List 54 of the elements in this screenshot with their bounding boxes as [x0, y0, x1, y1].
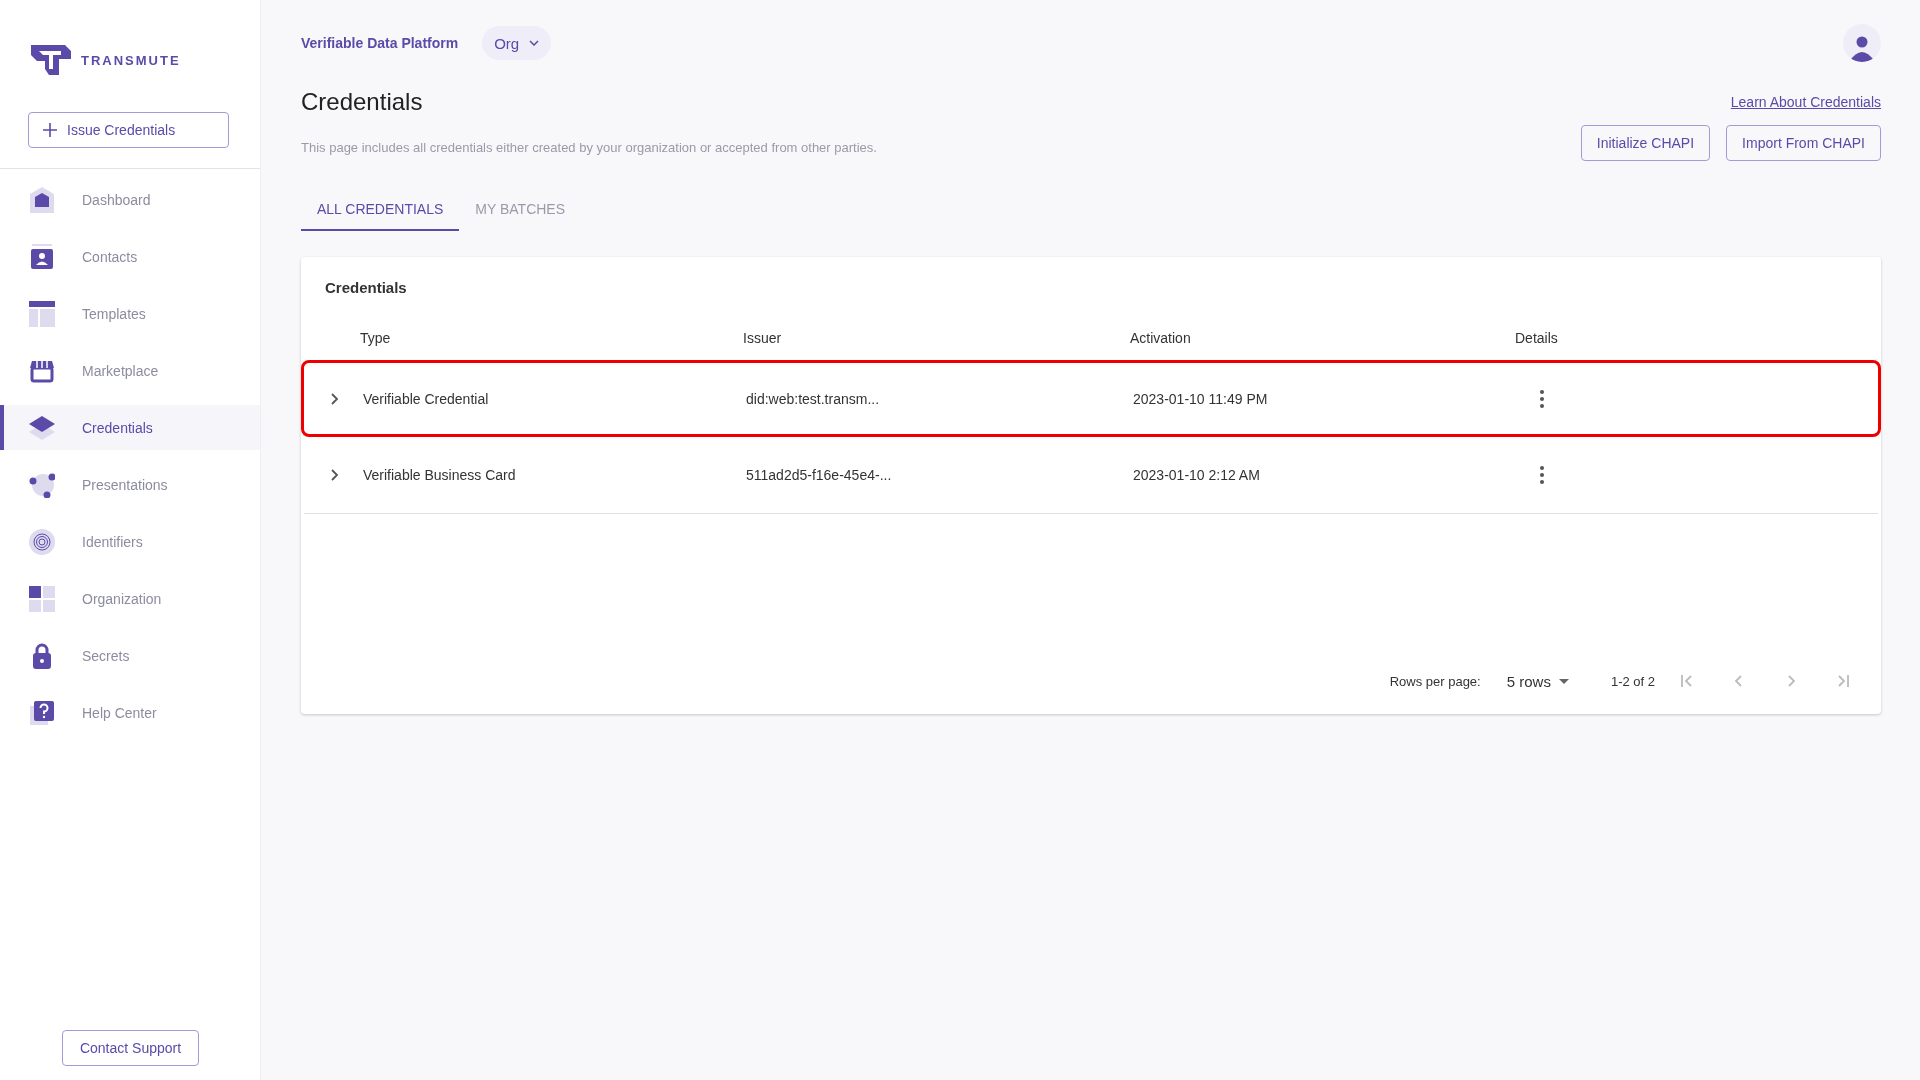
issue-credentials-button[interactable]: Issue Credentials	[28, 112, 229, 148]
platform-name: Verifiable Data Platform	[301, 35, 459, 51]
grid-squares-icon	[29, 585, 55, 612]
chapi-button[interactable]: Initialize CHAPI	[1580, 125, 1711, 161]
layout-icon	[29, 300, 55, 327]
table-cell-text: 2023-01-10 11:49 PM	[1133, 390, 1269, 407]
connected-dots-icon	[29, 471, 55, 498]
contact-card-icon	[29, 243, 55, 270]
table-cell-text: Verifiable Business Card	[363, 467, 517, 483]
vertical-dots-icon	[1540, 389, 1544, 408]
column-header: Details	[1515, 330, 1559, 346]
caret-icon	[1558, 678, 1569, 684]
rows-per-page-select[interactable]: 5 rows	[1500, 671, 1575, 691]
sidebar-item[interactable]: Contacts	[0, 234, 260, 279]
fingerprint-icon	[29, 528, 55, 555]
sidebar-item[interactable]: Templates	[0, 291, 260, 336]
user-avatar[interactable]	[1843, 24, 1881, 62]
page-range: 1-2 of 2	[1610, 673, 1655, 689]
house-icon	[29, 186, 55, 213]
tab[interactable]: ALL CREDENTIALS	[301, 189, 460, 231]
person-icon	[1849, 34, 1875, 62]
sidebar-item[interactable]: Help Center	[0, 690, 260, 735]
table-cell-text: 511ad2d5-f16e-45e4-...	[746, 467, 893, 483]
page-description: This page includes all credentials either created by your organization or accepted from other parties.	[301, 140, 877, 155]
sidebar-item[interactable]: Secrets	[0, 633, 260, 678]
sidebar-item[interactable]: Identifiers	[0, 519, 260, 564]
card-title: Credentials	[324, 278, 408, 298]
page-title: Credentials	[301, 88, 424, 116]
table-cell-text: Verifiable Credential	[363, 390, 490, 407]
plus-icon	[43, 123, 57, 137]
tab[interactable]: MY BATCHES	[459, 189, 582, 231]
chevron-down-icon	[529, 40, 540, 46]
table-cell-text: did:web:test.transm...	[746, 390, 881, 407]
brand-name: TRANSMUTE	[81, 52, 181, 68]
column-header: Activation	[1130, 330, 1192, 346]
first-page-icon	[1679, 673, 1695, 689]
learn-link[interactable]: Learn About Credentials	[1730, 94, 1881, 110]
help-icon	[29, 699, 55, 726]
contact-support-button[interactable]: Contact Support	[62, 1030, 199, 1066]
sidebar-item[interactable]: Organization	[0, 576, 260, 621]
sidebar-item[interactable]: Marketplace	[0, 348, 260, 393]
last-page-icon	[1835, 673, 1851, 689]
transmute-logo-icon	[31, 45, 71, 75]
rows-per-page-label: Rows per page:	[1389, 673, 1481, 689]
layers-icon	[29, 414, 55, 441]
column-header: Issuer	[743, 330, 783, 346]
sidebar-item[interactable]: Credentials	[0, 405, 260, 450]
vertical-dots-icon	[1540, 466, 1544, 484]
table-cell-text: 2023-01-10 2:12 AM	[1133, 467, 1261, 483]
sidebar-item[interactable]: Dashboard	[0, 177, 260, 222]
column-header: Type	[360, 330, 392, 346]
sidebar-item[interactable]: Presentations	[0, 462, 260, 507]
chapi-button[interactable]: Import From CHAPI	[1726, 125, 1881, 161]
org-dropdown[interactable]: Org	[482, 26, 552, 60]
